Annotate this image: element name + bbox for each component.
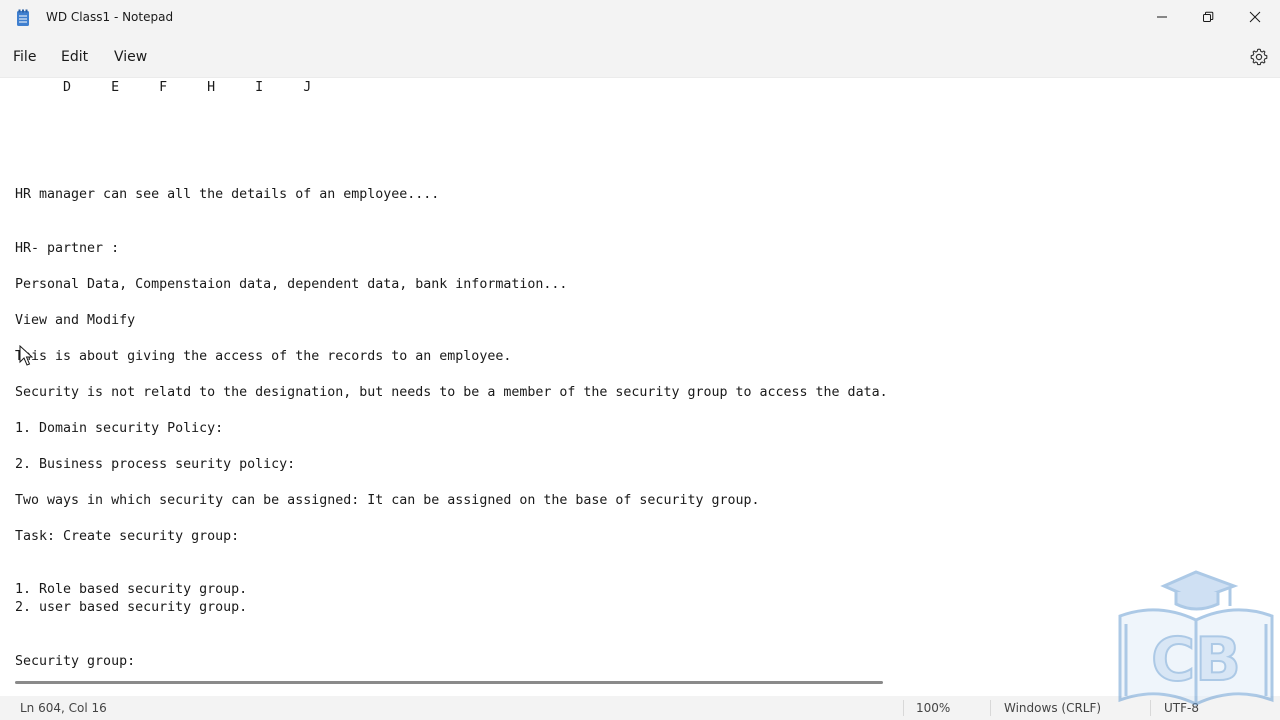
editor-line: View and Modify xyxy=(15,313,136,328)
horizontal-scrollbar[interactable] xyxy=(15,681,883,684)
editor-line: Security is not relatd to the designatio… xyxy=(15,385,888,400)
minimize-button[interactable] xyxy=(1139,0,1185,34)
editor-line: 1. Domain security Policy: xyxy=(15,421,224,436)
restore-icon xyxy=(1203,11,1214,22)
editor-line: This is about giving the access of the r… xyxy=(15,349,512,364)
cb-logo-watermark: CB xyxy=(1118,570,1274,706)
editor-line: Two ways in which security can be assign… xyxy=(15,493,760,508)
settings-gear-icon[interactable] xyxy=(1249,47,1269,67)
line-endings[interactable]: Windows (CRLF) xyxy=(1004,701,1101,715)
editor-line: Security group: xyxy=(15,654,136,669)
menu-bar: File Edit View xyxy=(0,36,1280,78)
zoom-level[interactable]: 100% xyxy=(916,701,950,715)
window-title: WD Class1 - Notepad xyxy=(46,10,174,24)
editor-line: HR manager can see all the details of an… xyxy=(15,187,440,202)
cursor-position: Ln 604, Col 16 xyxy=(20,701,107,715)
editor-line: HR- partner : xyxy=(15,241,120,256)
text-editor[interactable]: D E F H I J HR manager can see all the d… xyxy=(0,78,1280,696)
menu-view[interactable]: View xyxy=(114,49,147,65)
editor-line: Personal Data, Compenstaion data, depend… xyxy=(15,277,568,292)
close-icon xyxy=(1249,11,1261,23)
editor-line: 2. Business process seurity policy: xyxy=(15,457,296,472)
editor-line: 1. Role based security group. xyxy=(15,582,248,597)
notepad-icon xyxy=(17,9,29,26)
status-bar: Ln 604, Col 16 100% Windows (CRLF) UTF-8 xyxy=(0,696,1280,720)
minimize-icon xyxy=(1157,16,1167,18)
status-divider xyxy=(990,700,991,716)
editor-line: D E F H I J xyxy=(15,80,312,95)
menu-file[interactable]: File xyxy=(13,49,36,65)
editor-line: 2. user based security group. xyxy=(15,600,248,615)
restore-button[interactable] xyxy=(1185,0,1231,34)
menu-edit[interactable]: Edit xyxy=(61,49,88,65)
editor-line: Task: Create security group: xyxy=(15,529,240,544)
svg-text:CB: CB xyxy=(1151,625,1241,695)
status-divider xyxy=(903,700,904,716)
text-cursor-icon xyxy=(19,345,33,366)
title-bar: WD Class1 - Notepad xyxy=(0,0,1280,36)
close-button[interactable] xyxy=(1232,0,1278,34)
